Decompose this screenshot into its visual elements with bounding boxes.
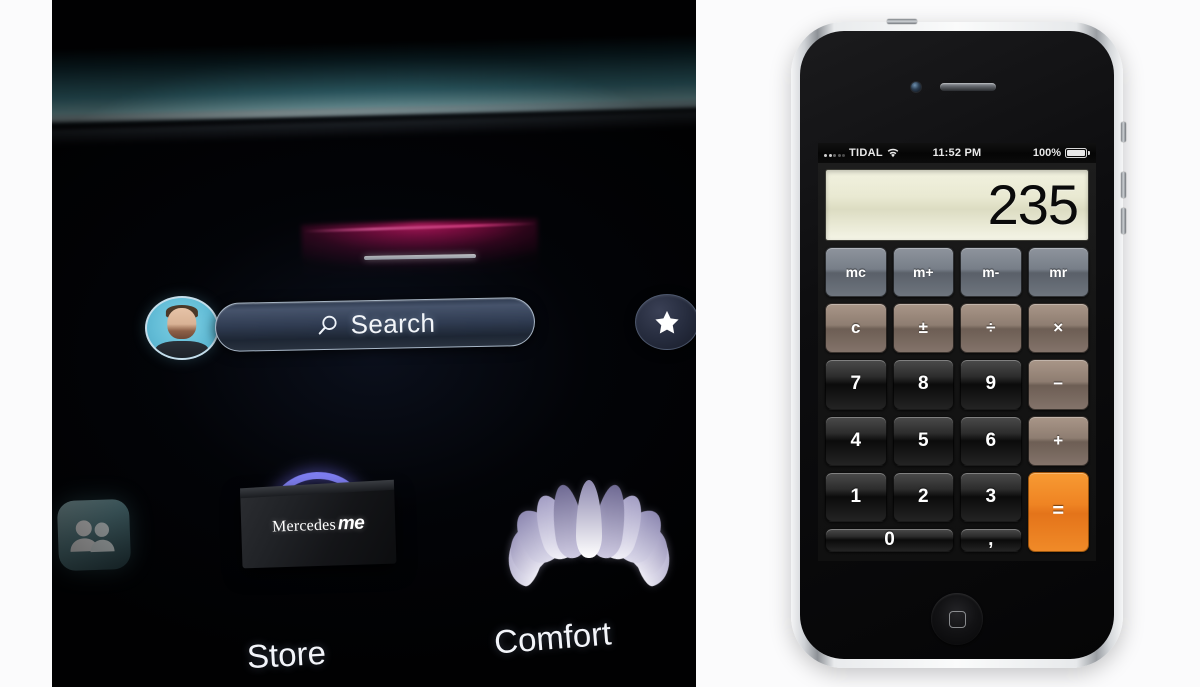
clear-key[interactable]: c <box>825 303 887 354</box>
signal-dots-icon <box>824 149 845 157</box>
digit-0-key[interactable]: 0 <box>825 528 954 552</box>
screenshot-root: Search Mercedesme Store Comfort TIDAL 11… <box>0 0 1200 687</box>
calculator-display-value: 235 <box>987 173 1079 236</box>
avatar-face <box>167 307 197 339</box>
digit-7-key[interactable]: 7 <box>825 359 887 410</box>
digit-1-key[interactable]: 1 <box>825 471 887 522</box>
tile-store[interactable]: Mercedesme <box>240 468 397 569</box>
digit-4-key[interactable]: 4 <box>825 415 887 466</box>
iphone-device: TIDAL 11:52 PM 100% 235 mc m+ m- mr c ± … <box>791 19 1126 668</box>
search-placeholder-label: Search <box>350 307 436 340</box>
brand-primary-label: Mercedes <box>271 516 337 536</box>
contacts-people-icon <box>70 520 115 553</box>
memory-add-key[interactable]: m+ <box>892 247 954 298</box>
front-camera-icon <box>910 81 922 93</box>
car-infotainment-display: Search Mercedesme Store Comfort <box>52 0 696 687</box>
multiply-key[interactable]: × <box>1027 303 1089 354</box>
memory-clear-key[interactable]: mc <box>825 247 887 298</box>
phone-screen: TIDAL 11:52 PM 100% 235 mc m+ m- mr c ± … <box>818 143 1096 561</box>
battery-percent-label: 100% <box>1032 147 1061 159</box>
tile-label-comfort: Comfort <box>492 614 613 661</box>
status-bar-right: 100% <box>981 147 1090 159</box>
favorites-button[interactable] <box>635 294 696 350</box>
brand-secondary-label: me <box>337 512 365 535</box>
equals-key[interactable]: = <box>1027 471 1089 552</box>
tile-contacts[interactable] <box>56 498 132 572</box>
wifi-icon <box>887 148 899 158</box>
home-button[interactable] <box>931 593 983 645</box>
search-bar[interactable]: Search <box>214 296 536 353</box>
battery-full-icon <box>1065 148 1090 158</box>
digit-8-key[interactable]: 8 <box>892 359 954 410</box>
digit-9-key[interactable]: 9 <box>960 359 1022 410</box>
memory-recall-key[interactable]: mr <box>1027 247 1089 298</box>
user-profile-avatar[interactable] <box>145 296 219 360</box>
status-bar-left: TIDAL <box>824 147 933 159</box>
calculator-app: 235 mc m+ m- mr c ± ÷ × 7 8 9 − 4 5 6 + … <box>818 163 1096 561</box>
digit-3-key[interactable]: 3 <box>960 471 1022 522</box>
star-icon <box>655 310 679 334</box>
home-square-icon <box>948 610 966 628</box>
digit-5-key[interactable]: 5 <box>892 415 954 466</box>
plus-minus-key[interactable]: ± <box>892 303 954 354</box>
status-bar: TIDAL 11:52 PM 100% <box>818 143 1096 163</box>
volume-up-button[interactable] <box>1121 172 1126 198</box>
calculator-keypad: mc m+ m- mr c ± ÷ × 7 8 9 − 4 5 6 + 1 2 … <box>825 247 1089 552</box>
minus-key[interactable]: − <box>1027 359 1089 410</box>
divide-key[interactable]: ÷ <box>960 303 1022 354</box>
clock-label: 11:52 PM <box>932 147 982 159</box>
phone-bezel: TIDAL 11:52 PM 100% 235 mc m+ m- mr c ± … <box>800 31 1114 659</box>
digit-2-key[interactable]: 2 <box>892 471 954 522</box>
lotus-petal <box>576 480 602 558</box>
plus-key[interactable]: + <box>1027 415 1089 466</box>
earpiece-speaker-icon <box>940 83 996 91</box>
avatar-torso <box>155 341 209 358</box>
tile-label-store: Store <box>246 633 327 676</box>
tile-comfort[interactable] <box>499 458 679 589</box>
volume-down-button[interactable] <box>1121 208 1126 234</box>
carrier-label: TIDAL <box>849 147 883 159</box>
silent-switch[interactable] <box>1121 122 1126 142</box>
memory-subtract-key[interactable]: m- <box>960 247 1022 298</box>
power-button[interactable] <box>887 19 917 24</box>
calculator-display: 235 <box>825 169 1089 241</box>
search-icon <box>318 315 337 335</box>
digit-6-key[interactable]: 6 <box>960 415 1022 466</box>
decimal-separator-key[interactable]: , <box>960 528 1022 552</box>
